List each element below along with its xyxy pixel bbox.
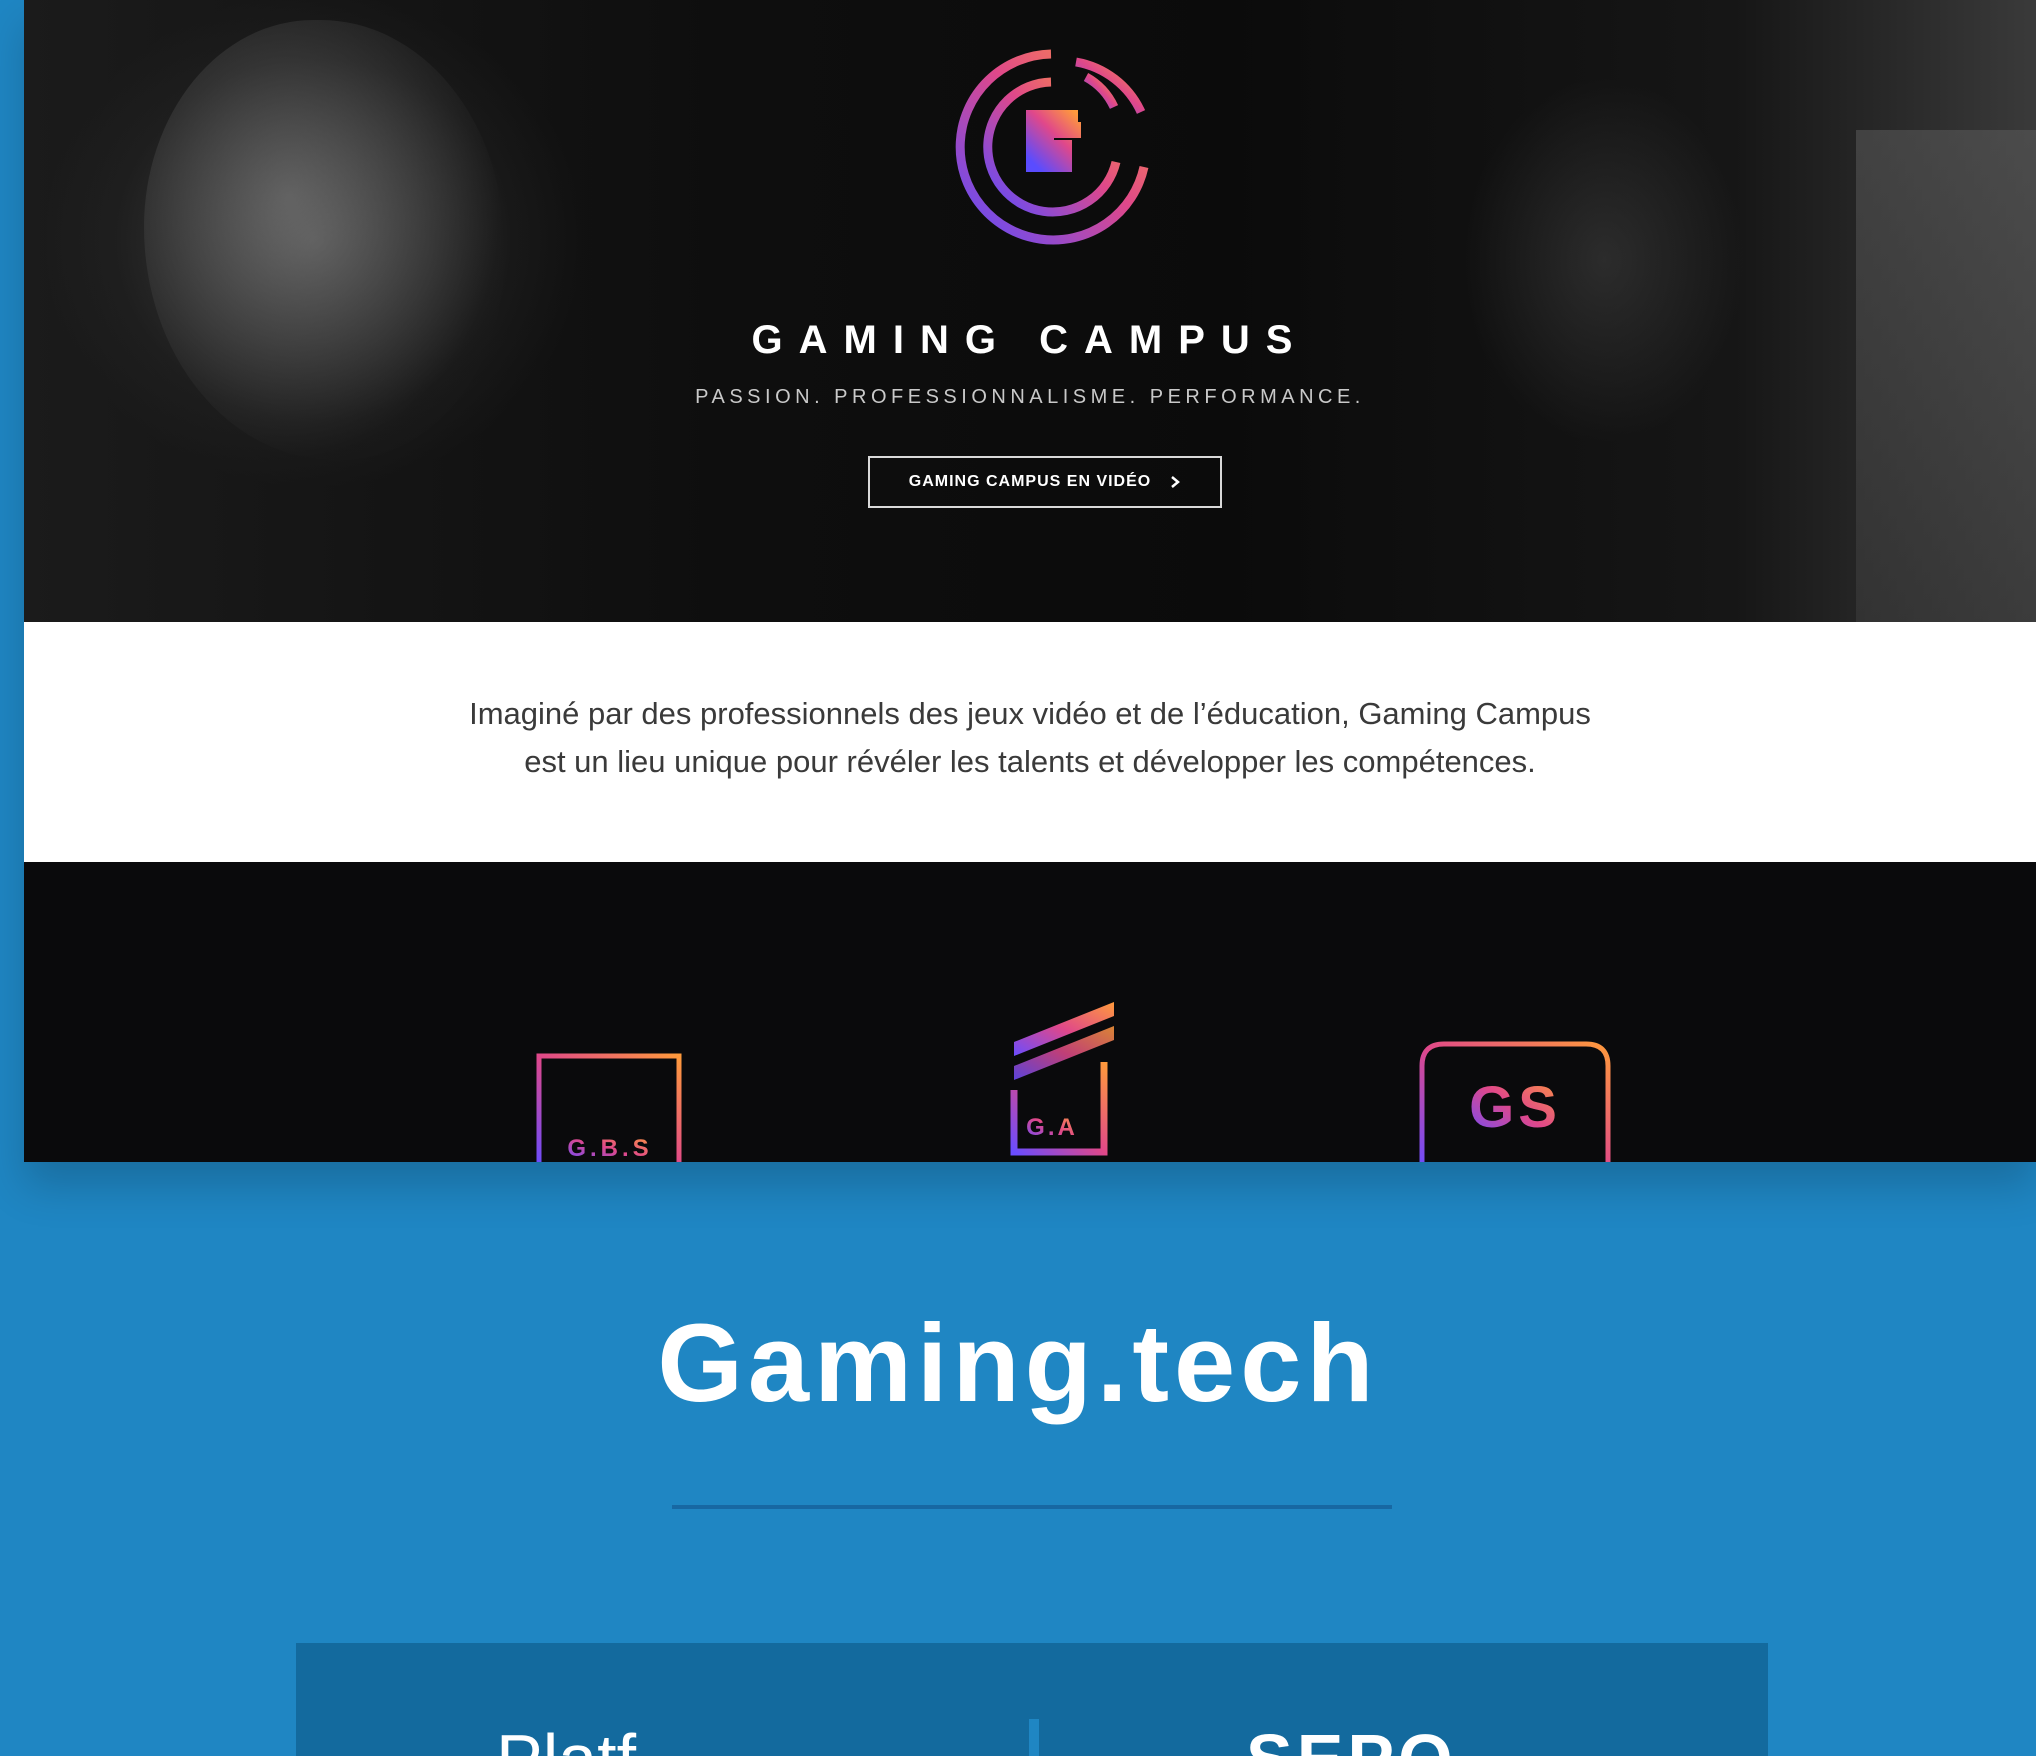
info-left-text: Platf	[496, 1719, 636, 1756]
gbs-label: G.B.S	[567, 1135, 652, 1162]
intro-text: Imaginé par des professionnels des jeux …	[354, 690, 1706, 786]
website-screenshot: GAMING CAMPUS PASSION. PROFESSIONNALISME…	[24, 0, 2036, 1162]
schools-section: G.B.S G.A GS	[24, 862, 2036, 1162]
info-right-text: SEPO	[1246, 1719, 1457, 1756]
intro-section: Imaginé par des professionnels des jeux …	[24, 622, 2036, 862]
brand-tagline: PASSION. PROFESSIONNALISME. PERFORMANCE.	[695, 386, 1365, 408]
intro-line-2: est un lieu unique pour révéler les tale…	[524, 744, 1536, 779]
video-button-label: GAMING CAMPUS EN VIDÉO	[908, 473, 1152, 490]
brand-title: GAMING CAMPUS	[751, 318, 1309, 362]
title-divider	[672, 1505, 1392, 1509]
info-separator	[1029, 1719, 1039, 1756]
hero-section: GAMING CAMPUS PASSION. PROFESSIONNALISME…	[24, 0, 2036, 622]
ga-logo-icon[interactable]: G.A	[984, 1002, 1144, 1162]
gbs-logo-icon[interactable]: G.B.S	[514, 1046, 684, 1162]
intro-line-1: Imaginé par des professionnels des jeux …	[469, 696, 1591, 731]
gs-label: GS	[1469, 1075, 1561, 1140]
page-title: Gaming.tech	[657, 1302, 1379, 1425]
hero-background-panel	[1856, 130, 2036, 622]
info-box: Platf SEPO	[296, 1643, 1768, 1756]
ga-label: G.A	[1026, 1114, 1078, 1141]
chevron-right-icon	[1171, 476, 1181, 488]
gaming-campus-logo-icon	[955, 49, 1149, 245]
video-button[interactable]: GAMING CAMPUS EN VIDÉO	[868, 456, 1222, 508]
gs-logo-icon[interactable]: GS	[1399, 1032, 1629, 1162]
